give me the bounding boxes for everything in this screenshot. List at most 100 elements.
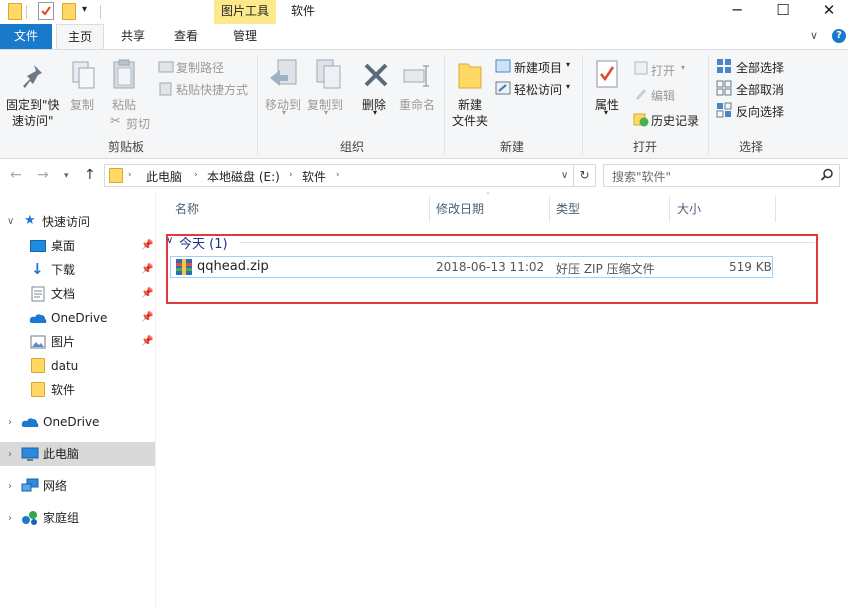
open-icon xyxy=(634,61,648,75)
breadcrumb-chevron-icon[interactable]: › xyxy=(289,170,293,180)
invert-selection-icon xyxy=(716,102,732,118)
tab-share[interactable]: 共享 xyxy=(108,24,158,49)
invert-selection-button[interactable]: 反向选择 xyxy=(736,103,784,120)
breadcrumb-local-disk[interactable]: 本地磁盘 (E:) xyxy=(207,168,280,185)
column-divider[interactable] xyxy=(669,196,670,222)
nav-onedrive-quick[interactable]: OneDrive xyxy=(0,306,130,330)
easy-access-button[interactable]: 轻松访问 xyxy=(514,81,562,98)
group-label-new: 新建 xyxy=(500,140,525,154)
new-folder-label-2[interactable]: 文件夹 xyxy=(452,112,488,129)
edit-button[interactable]: 编辑 xyxy=(651,87,675,104)
tab-home[interactable]: 主页 xyxy=(56,24,104,50)
select-all-button[interactable]: 全部选择 xyxy=(736,59,784,76)
context-tab-picture-tools: 图片工具 xyxy=(214,0,276,24)
column-header-size[interactable]: 大小 xyxy=(677,200,701,217)
nav-desktop[interactable]: 桌面 xyxy=(0,234,130,258)
group-divider xyxy=(582,55,583,155)
properties-icon xyxy=(596,60,618,88)
nav-quick-access[interactable]: 快速访问 xyxy=(0,210,155,234)
breadcrumb-chevron-icon[interactable]: › xyxy=(194,170,198,180)
pin-icon: 📌 xyxy=(141,288,154,299)
folder-icon xyxy=(109,168,123,183)
select-none-button[interactable]: 全部取消 xyxy=(736,81,784,98)
expand-ribbon-icon[interactable]: ∨ xyxy=(810,29,818,42)
tab-view[interactable]: 查看 xyxy=(160,24,212,49)
delete-icon xyxy=(364,63,388,87)
select-all-icon xyxy=(717,59,731,73)
folder-icon xyxy=(8,3,22,20)
chevron-down-icon: ▾ xyxy=(566,82,571,91)
maximize-button[interactable]: ☐ xyxy=(760,0,806,22)
help-icon[interactable]: ? xyxy=(832,29,846,43)
refresh-icon[interactable]: ↻ xyxy=(574,164,596,187)
breadcrumb-this-pc[interactable]: 此电脑 xyxy=(146,168,182,185)
history-icon xyxy=(633,113,649,127)
nav-datu[interactable]: datu xyxy=(0,354,130,378)
back-arrow-icon[interactable]: ← xyxy=(10,167,22,183)
nav-network[interactable]: 网络 xyxy=(0,474,130,498)
nav-homegroup[interactable]: 家庭组 xyxy=(0,506,130,530)
chevron-down-icon: ▾ xyxy=(373,108,378,117)
tab-file[interactable]: 文件 xyxy=(0,24,52,49)
rename-button[interactable]: 重命名 xyxy=(399,96,435,113)
column-header-name[interactable]: 名称 xyxy=(175,200,199,217)
column-divider[interactable] xyxy=(775,196,776,222)
paste-shortcut-button[interactable]: 粘贴快捷方式 xyxy=(176,81,248,98)
sort-chevron-icon: ˇ xyxy=(486,192,490,201)
column-divider[interactable] xyxy=(429,196,430,222)
new-folder-quick-icon[interactable] xyxy=(62,3,76,20)
pin-icon: 📌 xyxy=(141,312,154,323)
new-folder-icon xyxy=(458,63,482,89)
up-arrow-icon[interactable]: ↑ xyxy=(84,167,96,183)
pin-icon: 📌 xyxy=(141,264,154,275)
properties-quick-icon[interactable] xyxy=(38,2,54,20)
breadcrumb-chevron-icon[interactable]: › xyxy=(128,170,132,180)
address-history-chevron-icon[interactable]: ∨ xyxy=(561,170,568,181)
nav-onedrive[interactable]: OneDrive xyxy=(0,410,130,434)
breadcrumb-chevron-icon[interactable]: › xyxy=(336,170,340,180)
rename-icon xyxy=(403,65,429,87)
open-button[interactable]: 打开 xyxy=(651,62,675,79)
pin-icon xyxy=(23,65,42,88)
group-divider xyxy=(257,55,258,155)
copy-path-button[interactable]: 复制路径 xyxy=(176,59,224,76)
search-placeholder: 搜索"软件" xyxy=(612,170,672,184)
minimize-button[interactable]: ─ xyxy=(714,0,760,22)
column-header-type[interactable]: 类型 xyxy=(556,200,580,217)
pin-quick-access-label-1[interactable]: 固定到"快 xyxy=(6,96,60,113)
new-folder-label-1[interactable]: 新建 xyxy=(458,96,482,113)
close-button[interactable]: ✕ xyxy=(806,0,848,22)
group-divider xyxy=(708,55,709,155)
move-to-icon xyxy=(270,59,297,86)
column-header-modified[interactable]: 修改日期 xyxy=(436,200,484,217)
nav-software[interactable]: 软件 xyxy=(0,378,130,402)
cut-button[interactable]: 剪切 xyxy=(126,115,150,132)
nav-pictures[interactable]: 图片 xyxy=(0,330,130,354)
select-none-icon xyxy=(716,80,732,96)
recent-locations-chevron-icon[interactable]: ▾ xyxy=(64,171,69,181)
copy-button[interactable]: 复制 xyxy=(70,96,94,113)
chevron-down-icon: ▾ xyxy=(566,60,571,69)
history-button[interactable]: 历史记录 xyxy=(651,112,699,129)
paste-icon xyxy=(113,59,135,89)
nav-downloads[interactable]: 下载 xyxy=(0,258,130,282)
pin-quick-access-label-2[interactable]: 速访问" xyxy=(12,112,54,129)
column-divider[interactable] xyxy=(549,196,550,222)
paste-button[interactable]: 粘贴 xyxy=(112,96,136,113)
copy-icon xyxy=(72,61,95,89)
forward-arrow-icon[interactable]: → xyxy=(37,167,49,183)
window-title: 软件 xyxy=(291,4,316,18)
new-item-button[interactable]: 新建项目 xyxy=(514,59,562,76)
nav-documents[interactable]: 文档 xyxy=(0,282,130,306)
breadcrumb-software[interactable]: 软件 xyxy=(302,168,326,185)
customize-quick-access-icon[interactable]: ▾ xyxy=(82,4,87,15)
search-icon[interactable] xyxy=(820,168,834,182)
group-label-open: 打开 xyxy=(633,140,658,154)
paste-shortcut-icon xyxy=(159,82,172,96)
tab-manage[interactable]: 管理 xyxy=(214,24,276,49)
nav-this-pc[interactable]: 此电脑 xyxy=(0,442,130,466)
pin-icon: 📌 xyxy=(141,336,154,347)
group-label-organize: 组织 xyxy=(340,140,365,154)
pin-icon: 📌 xyxy=(141,240,154,251)
group-label-clipboard: 剪贴板 xyxy=(108,140,145,154)
